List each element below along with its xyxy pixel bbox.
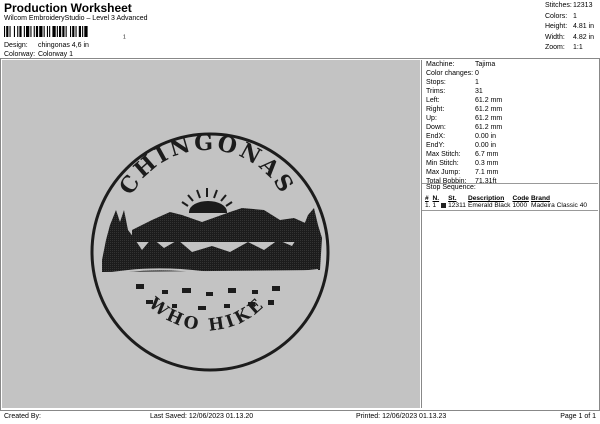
colorway-row: Colorway: Colorway 1 <box>4 51 73 58</box>
info-label: Up: <box>426 115 437 122</box>
stat-value: 4.82 in <box>573 33 595 41</box>
cell-n: 1 <box>432 202 437 209</box>
info-value: 0.00 in <box>475 133 497 140</box>
colorway-label: Colorway: <box>4 51 36 58</box>
info-label: Trims: <box>426 88 446 95</box>
machine-info: Machine: Tajima Color changes: 0 Stops: 1 T… <box>426 60 502 186</box>
info-value: 61.2 mm <box>475 115 503 122</box>
colorway-value: Colorway 1 <box>37 51 73 58</box>
thread-swatch-icon <box>441 202 447 208</box>
stat-row: Height: 4.81 in <box>545 22 594 33</box>
info-value: 31 <box>475 88 483 95</box>
mountain-range-icon <box>102 208 322 276</box>
footer: Created By: Last Saved: 12/06/2023 01.13… <box>0 410 600 424</box>
col-header: Description <box>467 195 505 202</box>
bottom-arc-text: WHO HIKE <box>144 293 269 336</box>
cell-num: 1. <box>425 202 431 209</box>
cell-code: 1000 <box>512 202 528 209</box>
info-value: 0 <box>475 70 479 77</box>
info-label: Max Stitch: <box>426 151 461 158</box>
table-row: 1. 1 12311 Emerald Black 1000 Madeira Cl… <box>425 202 589 209</box>
design-label: Design: <box>4 42 28 49</box>
info-value: 1 <box>475 79 479 86</box>
col-header: N. <box>432 195 440 202</box>
info-value: 0.00 in <box>475 142 497 149</box>
info-label: EndY: <box>426 142 445 149</box>
stat-row: Zoom: 1:1 <box>545 43 594 54</box>
barcode-check-digit: 1 <box>123 35 126 40</box>
col-header: Brand <box>530 195 551 202</box>
stat-value: 4.81 in <box>573 23 595 30</box>
info-value: 0.3 mm <box>475 160 499 167</box>
table-header-row: # N. St. Description Code Brand <box>425 195 589 202</box>
summary-stats: Stitches:12313 Colors: 1 Height: 4.81 in W… <box>545 1 594 54</box>
page-title: Production Worksheet <box>4 1 132 15</box>
sun-icon <box>181 188 233 213</box>
stat-label: Stitches: <box>545 2 572 9</box>
info-row: Trims: 31 <box>426 87 502 96</box>
info-value: 7.1 mm <box>475 169 499 176</box>
design-value: chingonas 4,6 in <box>37 42 89 49</box>
info-label: Right: <box>426 106 445 113</box>
stat-label: Colors: <box>545 12 568 20</box>
info-value: Tajima <box>475 61 496 68</box>
info-row: Min Stitch: 0.3 mm <box>426 159 502 168</box>
info-row: Machine: Tajima <box>426 60 502 69</box>
info-label: Left: <box>426 97 440 104</box>
info-row: Max Jump: 7.1 mm <box>426 168 502 177</box>
cell-description: Emerald Black <box>467 202 511 209</box>
info-label: Color changes: <box>426 70 474 77</box>
cell-stitches: 12311 <box>448 202 466 209</box>
stat-label: Width: <box>545 33 565 41</box>
info-row: Left: 61.2 mm <box>426 96 502 105</box>
col-header: St. <box>448 195 457 202</box>
info-value: 61.2 mm <box>475 97 503 104</box>
info-label: Max Jump: <box>426 169 461 176</box>
info-value: 6.7 mm <box>475 151 499 158</box>
info-label: Down: <box>426 124 446 131</box>
stat-row: Stitches:12313 <box>545 1 594 12</box>
info-label: Machine: <box>426 61 455 68</box>
col-header <box>441 195 448 202</box>
cell-brand: Madeira Classic 40 <box>530 202 588 209</box>
design-preview: CHINGONAS WHO HIKE <box>2 60 420 408</box>
created-by: Created By: <box>4 413 41 420</box>
stop-sequence-table: # N. St. Description Code Brand 1. 1 123… <box>425 195 589 209</box>
info-row: Right: 61.2 mm <box>426 105 502 114</box>
stop-sequence-title: Stop Sequence: <box>426 184 476 191</box>
col-header: # <box>425 195 429 202</box>
info-row: EndX: 0.00 in <box>426 132 502 141</box>
stat-label: Height: <box>545 23 568 30</box>
col-header: Code <box>512 195 529 202</box>
stat-value: 1:1 <box>573 44 583 51</box>
stat-value: 1 <box>573 12 577 20</box>
info-value: 61.2 mm <box>475 106 503 113</box>
info-row: EndY: 0.00 in <box>426 141 502 150</box>
info-label: Stops: <box>426 79 446 86</box>
barcode: 1 <box>4 26 126 40</box>
software-subtitle: Wilcom EmbroideryStudio – Level 3 Advanc… <box>4 15 148 22</box>
info-row: Color changes: 0 <box>426 69 502 78</box>
last-saved: Last Saved: 12/06/2023 01.13.20 <box>150 413 254 420</box>
embroidery-design: CHINGONAS WHO HIKE <box>90 130 330 372</box>
machine-info-panel: Machine: Tajima Color changes: 0 Stops: 1 T… <box>421 60 598 408</box>
page-number: Page 1 of 1 <box>560 413 596 420</box>
info-row: Down: 61.2 mm <box>426 123 502 132</box>
stat-label: Zoom: <box>545 44 565 51</box>
info-row: Up: 61.2 mm <box>426 114 502 123</box>
printed-date: Printed: 12/06/2023 01.13.23 <box>356 413 447 420</box>
info-label: Min Stitch: <box>426 160 459 167</box>
stat-value: 12313 <box>573 2 593 9</box>
info-label: EndX: <box>426 133 446 140</box>
design-row: Design: chingonas 4,6 in <box>4 42 89 49</box>
stat-row: Colors: 1 <box>545 12 594 23</box>
info-row: Max Stitch: 6.7 mm <box>426 150 502 159</box>
info-value: 61.2 mm <box>475 124 503 131</box>
divider <box>422 210 598 211</box>
stat-row: Width: 4.82 in <box>545 33 594 44</box>
color-swatch <box>441 202 448 209</box>
info-row: Stops: 1 <box>426 78 502 87</box>
